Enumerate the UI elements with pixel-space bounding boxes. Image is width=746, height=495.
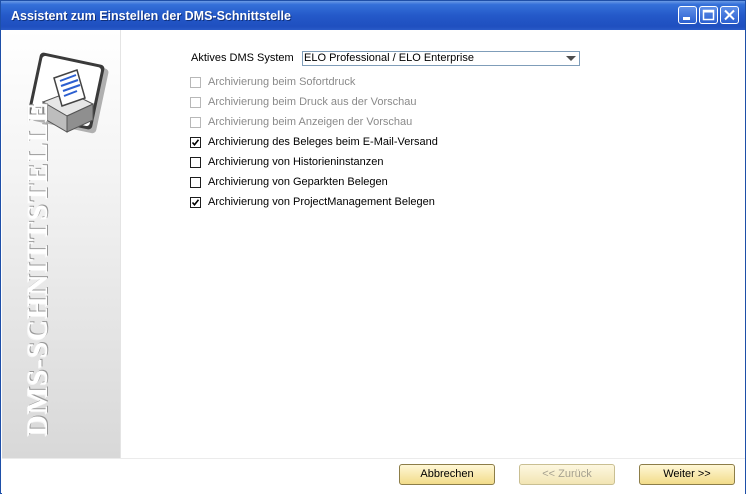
checkbox-checked[interactable] xyxy=(190,137,201,148)
dms-system-value: ELO Professional / ELO Enterprise xyxy=(304,52,474,64)
maximize-button[interactable] xyxy=(699,6,718,24)
option-label: Archivierung des Beleges beim E-Mail-Ver… xyxy=(208,136,438,148)
checkbox[interactable] xyxy=(190,117,201,128)
title-bar[interactable]: Assistent zum Einstellen der DMS-Schnitt… xyxy=(1,1,745,30)
dms-system-label: Aktives DMS System xyxy=(191,52,294,64)
back-button[interactable]: << Zurück xyxy=(519,464,615,485)
close-icon xyxy=(724,9,735,21)
option-label: Archivierung beim Anzeigen der Vorschau xyxy=(208,116,413,128)
maximize-icon xyxy=(702,9,715,21)
sidebar-vertical-title: DMS-SCHNITTSTELLE xyxy=(22,101,54,437)
option-label: Archivierung von ProjectManagement Beleg… xyxy=(208,196,435,208)
option-label: Archivierung beim Druck aus der Vorschau xyxy=(208,96,417,108)
check-icon xyxy=(191,199,200,207)
minimize-icon xyxy=(683,17,690,20)
checkbox[interactable] xyxy=(190,77,201,88)
option-label: Archivierung von Geparkten Belegen xyxy=(208,176,388,188)
checkbox[interactable] xyxy=(190,177,201,188)
dms-system-dropdown[interactable]: ELO Professional / ELO Enterprise xyxy=(302,51,580,66)
minimize-button[interactable] xyxy=(678,6,697,24)
wizard-window: Assistent zum Einstellen der DMS-Schnitt… xyxy=(0,0,746,495)
close-button[interactable] xyxy=(720,6,739,24)
next-button[interactable]: Weiter >> xyxy=(639,464,735,485)
wizard-content: Aktives DMS System ELO Professional / EL… xyxy=(122,30,742,458)
checkbox[interactable] xyxy=(190,157,201,168)
wizard-footer: Abbrechen << Zurück Weiter >> xyxy=(2,458,745,495)
option-label: Archivierung von Historieninstanzen xyxy=(208,156,384,168)
window-title: Assistent zum Einstellen der DMS-Schnitt… xyxy=(11,9,291,23)
check-icon xyxy=(191,139,200,147)
wizard-sidebar: DMS-SCHNITTSTELLE xyxy=(2,30,121,458)
checkbox-checked[interactable] xyxy=(190,197,201,208)
checkbox[interactable] xyxy=(190,97,201,108)
cancel-button[interactable]: Abbrechen xyxy=(399,464,495,485)
dropdown-arrow-icon[interactable] xyxy=(566,56,576,61)
option-label: Archivierung beim Sofortdruck xyxy=(208,76,356,88)
